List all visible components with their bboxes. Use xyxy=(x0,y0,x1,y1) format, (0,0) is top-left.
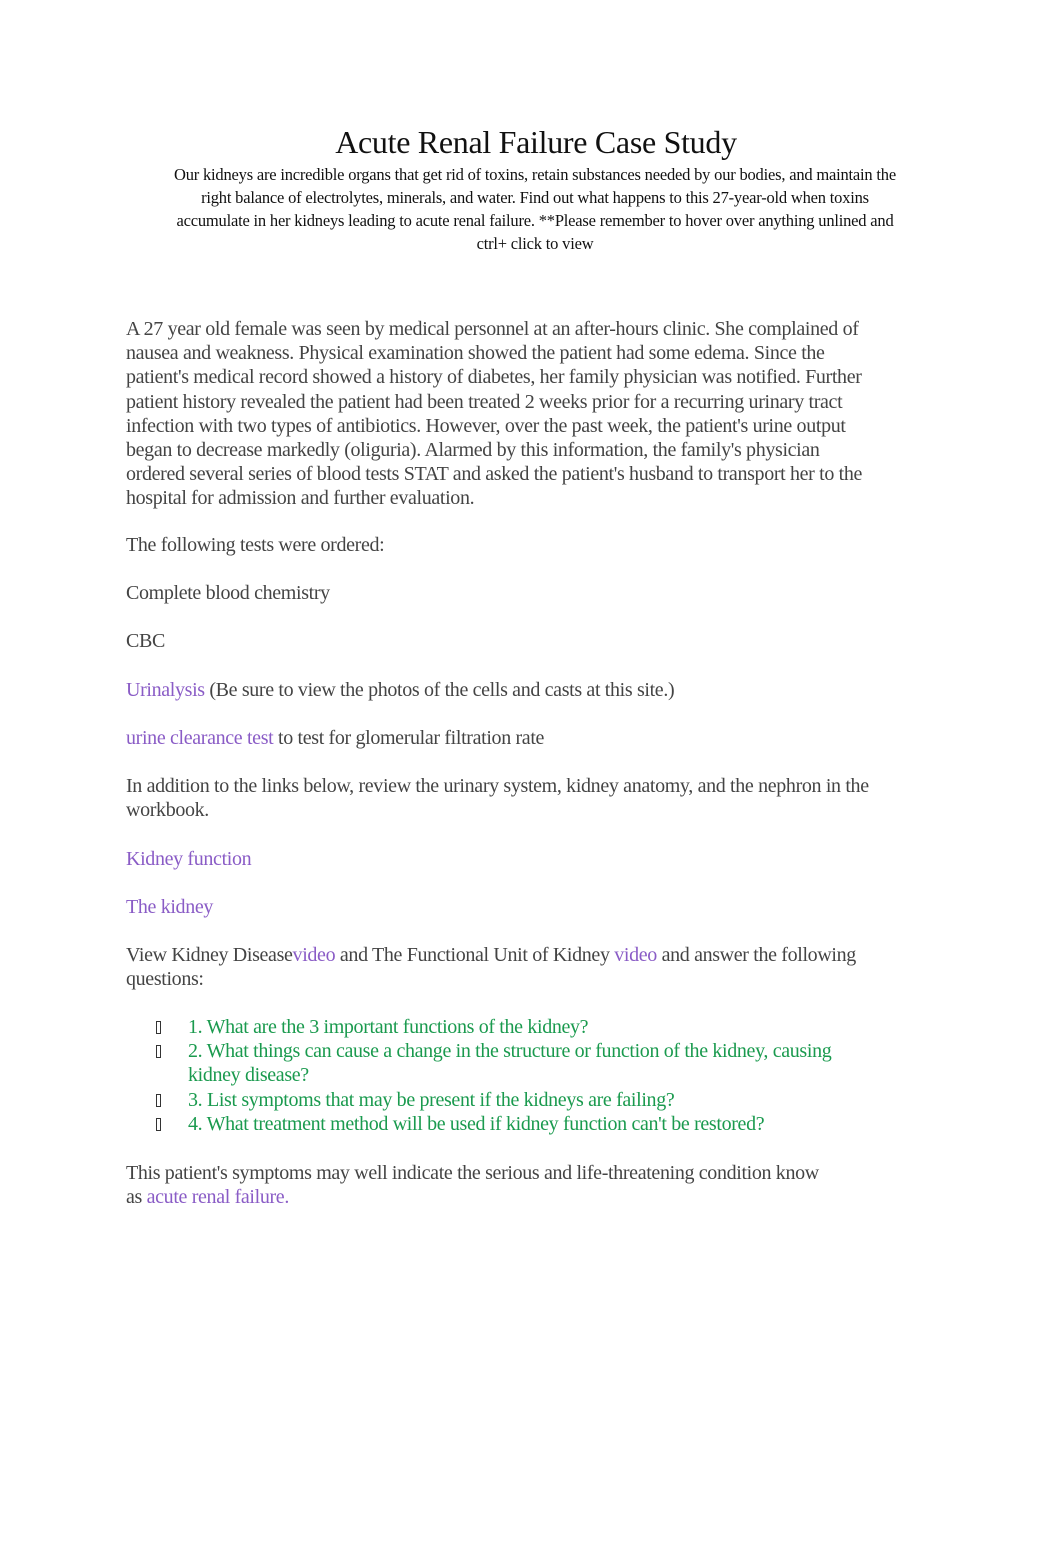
case-line: ordered several series of blood tests ST… xyxy=(126,463,863,486)
case-line: began to decrease markedly (oliguria). A… xyxy=(126,439,820,462)
urinalysis-link[interactable]: Urinalysis xyxy=(126,679,205,701)
question-text: 2. What things can cause a change in the… xyxy=(188,1040,832,1063)
question-text-continuation: kidney disease? xyxy=(188,1064,309,1087)
case-line: infection with two types of antibiotics.… xyxy=(126,414,846,437)
kidney-function-row: Kidney function xyxy=(126,847,946,871)
intro-line: accumulate in her kidneys leading to acu… xyxy=(176,211,894,230)
video-line: View Kidney Diseasevideo and The Functio… xyxy=(126,943,946,967)
intro-line: right balance of electrolytes, minerals,… xyxy=(201,188,869,207)
case-paragraph: A 27 year old female was seen by medical… xyxy=(126,317,946,511)
the-kidney-row: The kidney xyxy=(126,895,946,919)
test-urinalysis: Urinalysis (Be sure to view the photos o… xyxy=(126,678,946,702)
acute-renal-failure-link[interactable]: acute renal failure. xyxy=(147,1186,290,1208)
video-line: questions: xyxy=(126,968,204,991)
tests-intro: The following tests were ordered: xyxy=(126,534,385,556)
conclusion-paragraph: This patient's symptoms may well indicat… xyxy=(126,1161,946,1209)
question-item: 4. What treatment method will be used if… xyxy=(126,1112,946,1136)
intro-text: Our kidneys are incredible organs that g… xyxy=(126,163,944,255)
test-blood-chemistry: Complete blood chemistry xyxy=(126,582,330,604)
question-item: 2. What things can cause a change in the… xyxy=(126,1039,946,1087)
test-cbc: CBC xyxy=(126,630,165,652)
case-line: patient history revealed the patient had… xyxy=(126,390,843,413)
intro-line: Our kidneys are incredible organs that g… xyxy=(174,165,896,184)
video-paragraph: View Kidney Diseasevideo and The Functio… xyxy=(126,943,946,991)
bullet-icon xyxy=(156,1045,161,1059)
urine-clearance-note: to test for glomerular filtration rate xyxy=(278,727,545,749)
conclusion-prefix: as xyxy=(126,1186,142,1209)
question-text: 1. What are the 3 important functions of… xyxy=(188,1016,589,1038)
case-line: hospital for admission and further evalu… xyxy=(126,487,475,510)
video-text-1: View Kidney Disease xyxy=(126,944,293,966)
case-line: A 27 year old female was seen by medical… xyxy=(126,318,859,340)
intro-line: ctrl+ click to view xyxy=(476,234,594,253)
case-line: patient's medical record showed a histor… xyxy=(126,366,862,389)
test-urine-clearance: urine clearance test to test for glomeru… xyxy=(126,726,946,750)
question-text: 3. List symptoms that may be present if … xyxy=(188,1088,675,1111)
case-line: nausea and weakness. Physical examinatio… xyxy=(126,342,825,365)
kidney-function-link[interactable]: Kidney function xyxy=(126,848,252,870)
review-line: In addition to the links below, review t… xyxy=(126,775,869,797)
question-text: 4. What treatment method will be used if… xyxy=(188,1112,765,1135)
functional-unit-video-link[interactable]: video xyxy=(614,944,657,966)
bullet-icon xyxy=(156,1021,161,1034)
conclusion-line: This patient's symptoms may well indicat… xyxy=(126,1162,819,1184)
page-title: Acute Renal Failure Case Study xyxy=(335,124,737,160)
question-list: 1. What are the 3 important functions of… xyxy=(126,1015,946,1136)
the-kidney-link[interactable]: The kidney xyxy=(126,896,213,918)
urinalysis-note: (Be sure to view the photos of the cells… xyxy=(209,679,675,701)
bullet-icon xyxy=(156,1117,161,1131)
question-item: 3. List symptoms that may be present if … xyxy=(126,1088,946,1112)
question-item: 1. What are the 3 important functions of… xyxy=(126,1015,946,1039)
review-line: workbook. xyxy=(126,799,209,822)
bullet-icon xyxy=(156,1093,161,1107)
video-text-3: and answer the following xyxy=(661,944,857,966)
review-paragraph: In addition to the links below, review t… xyxy=(126,774,946,822)
urine-clearance-link[interactable]: urine clearance test xyxy=(126,727,274,749)
conclusion-line-2: as acute renal failure. xyxy=(126,1185,946,1209)
kidney-disease-video-link[interactable]: video xyxy=(293,944,336,966)
video-text-2: and The Functional Unit of Kidney xyxy=(339,944,610,966)
